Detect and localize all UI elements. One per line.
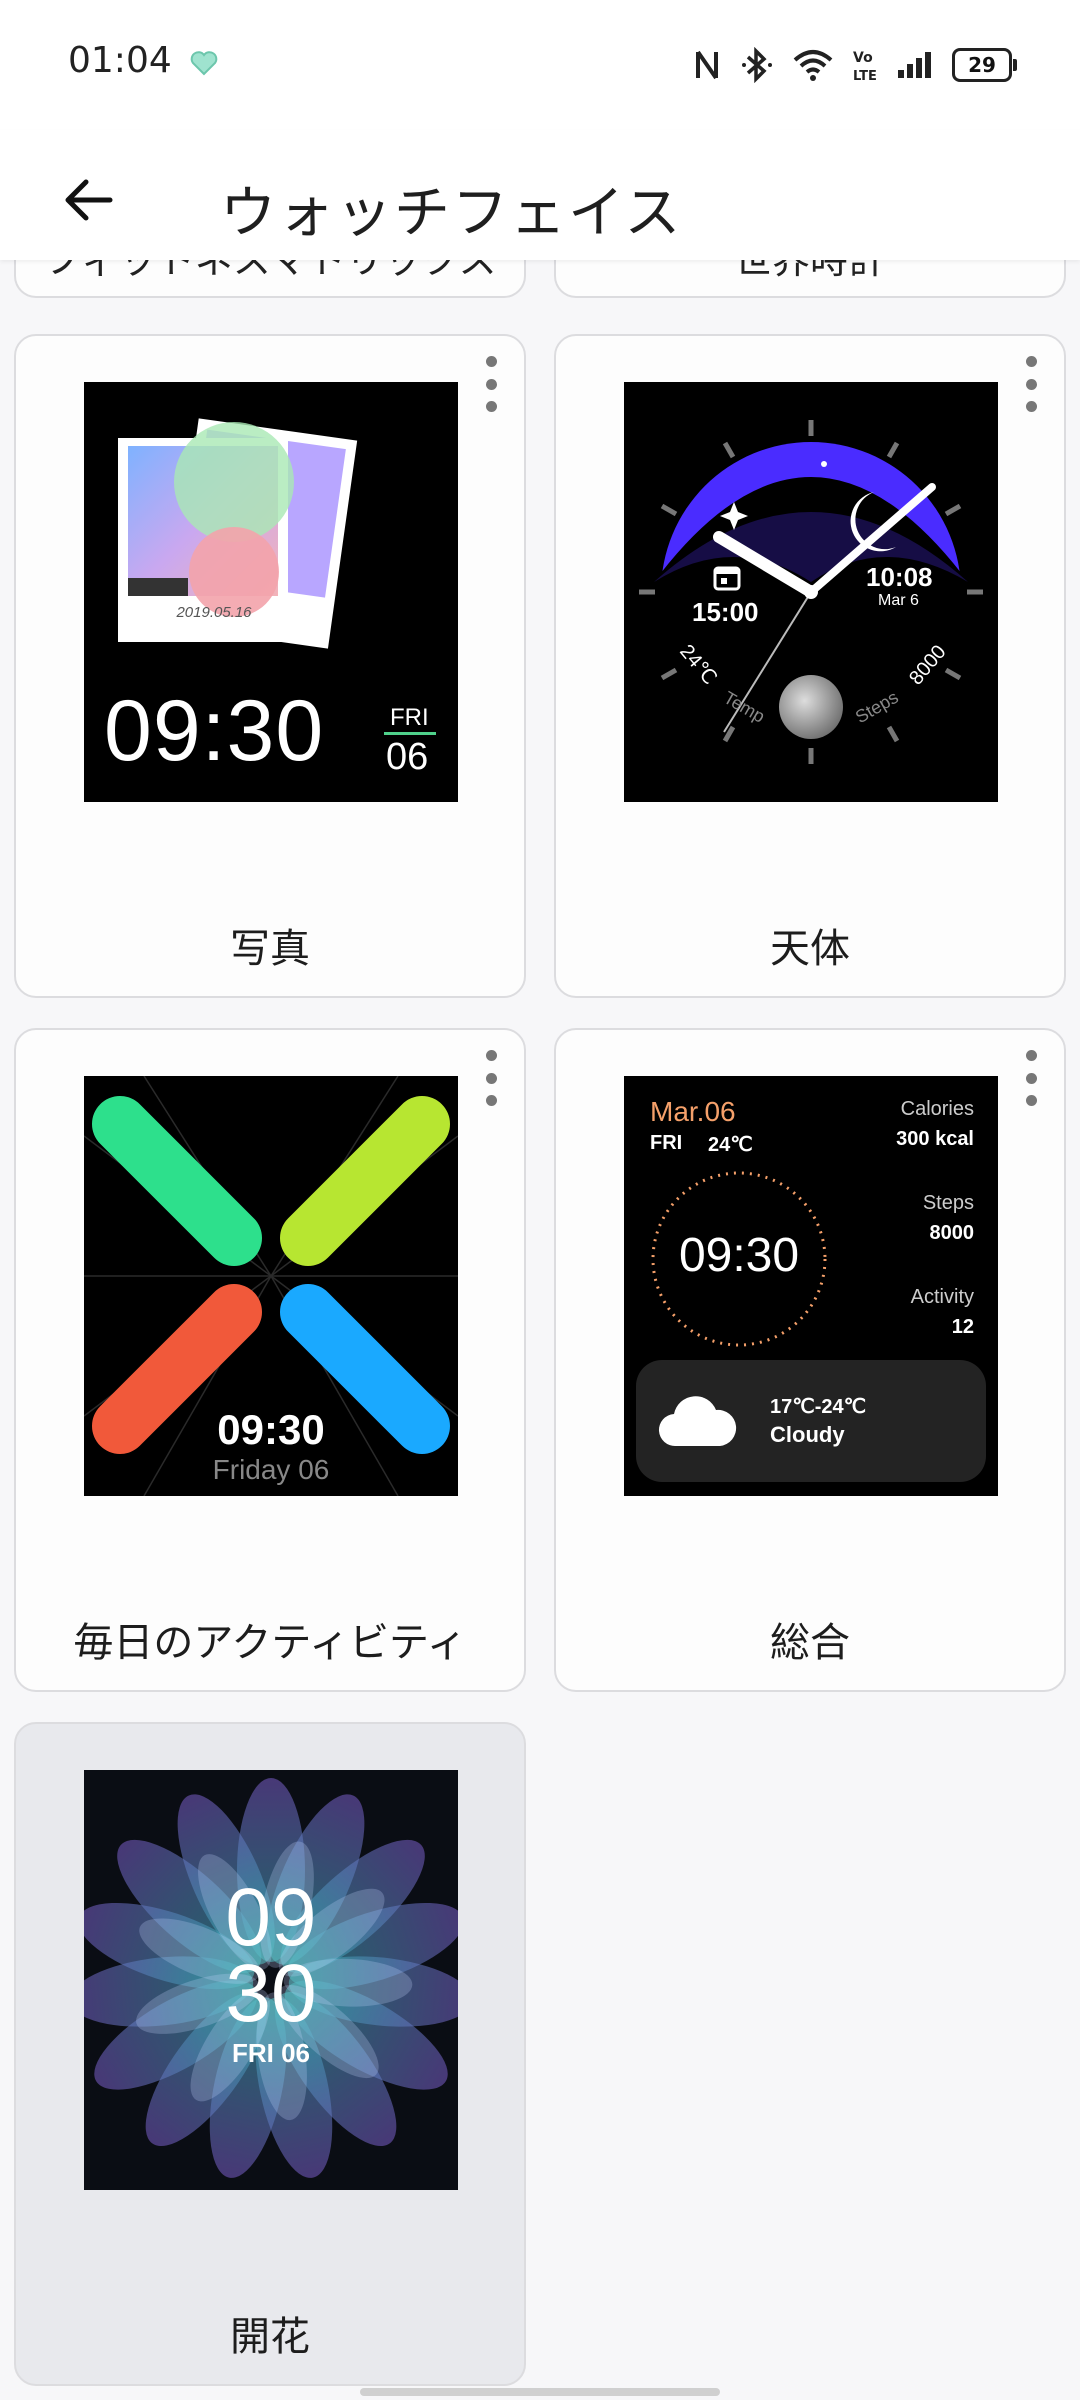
calories-label: Calories [900,1098,974,1120]
status-icons: Vo LTE 29 [692,40,1017,90]
photo-date: 2019.05.16 [176,604,252,621]
cloud-icon [658,1396,737,1447]
more-options-icon[interactable] [1016,356,1046,412]
face-time: 09:30 [104,683,325,779]
face-time: 09:30 [217,1406,325,1453]
face-time-right: 10:08 [866,562,933,592]
status-time: 01:04 [68,40,172,81]
svg-text:LTE: LTE [853,69,877,83]
watch-face-card-partial-right[interactable]: 世界時計 [554,260,1066,298]
watch-face-card-general[interactable]: Mar.06 FRI 24℃ 09:30 Calories 300 kcal S… [554,1028,1066,1692]
watch-face-label: 総合 [770,1620,850,1666]
heart-icon [190,51,218,76]
page-title: ウォッチフェイス [220,181,683,246]
watch-face-card-photo[interactable]: 2019.05.16 09:30 FRI 06 写真 [14,334,526,998]
battery-icon: 29 [952,48,1017,82]
divider [384,732,436,735]
watch-face-card-bloom[interactable]: 09 30 FRI 06 開花 [14,1722,526,2386]
calendar-icon [713,566,741,591]
watch-face-preview: 2019.05.16 09:30 FRI 06 [84,382,458,802]
volte-icon: Vo LTE [853,50,877,83]
face-time: 09:30 [678,1229,800,1282]
watch-face-label: 開花 [230,2314,310,2360]
more-options-icon[interactable] [1016,1050,1046,1106]
steps-value: 8000 [929,1222,975,1244]
face-date: Friday 06 [212,1454,330,1485]
calories-value: 300 kcal [896,1128,974,1150]
watch-face-card-activity[interactable]: 09:30 Friday 06 毎日のアクティビティ [14,1028,526,1692]
face-day: FRI [650,1132,683,1154]
weather-condition: Cloudy [770,1422,845,1447]
watch-face-label: 毎日のアクティビティ [73,1620,467,1666]
battery-level: 29 [968,53,996,77]
watch-face-preview: 09:30 Friday 06 [84,1076,458,1496]
watch-face-card-partial-left[interactable]: フィットネスマトリックス [14,260,526,298]
watch-face-preview: 15:00 10:08 Mar 6 24℃ Temp Steps 8000 [624,382,998,802]
svg-text:Vo: Vo [853,50,873,66]
face-date: Mar.06 [650,1096,736,1127]
face-temp: 24℃ [708,1134,753,1156]
wifi-icon [793,50,833,81]
activity-value: 12 [951,1316,974,1338]
watch-face-preview: Mar.06 FRI 24℃ 09:30 Calories 300 kcal S… [624,1076,998,1496]
celestial-dial [639,420,983,764]
watch-face-label: 写真 [230,926,310,972]
face-date: Mar 6 [878,592,919,609]
activity-label: Activity [910,1286,974,1308]
status-bar: 01:04 Vo LTE 29 [0,0,1080,130]
more-options-icon[interactable] [476,356,506,412]
bluetooth-icon [742,47,772,83]
watch-face-card-celestial[interactable]: 15:00 10:08 Mar 6 24℃ Temp Steps 8000 天体 [554,334,1066,998]
home-indicator[interactable] [360,2388,720,2396]
face-hour: 09 [225,1872,317,1963]
back-button[interactable] [48,160,128,240]
face-date: 06 [386,736,429,778]
watch-face-label: 天体 [770,926,850,972]
watch-face-preview: 09 30 FRI 06 [84,1770,458,2190]
face-date: FRI 06 [231,2038,311,2068]
weather-panel: 17℃-24℃ Cloudy [636,1360,986,1482]
more-options-icon[interactable] [476,1050,506,1106]
arrow-left-icon [65,179,113,221]
watch-face-grid: フィットネスマトリックス 世界時計 2019.05.16 09:30 FRI 0… [0,260,1080,2400]
signal-icon [898,52,931,78]
watch-face-label: フィットネスマトリックス [43,260,497,282]
face-minute: 30 [225,1948,317,2039]
face-day: FRI [390,704,429,731]
face-time-left: 15:00 [692,597,759,627]
weather-range: 17℃-24℃ [770,1396,867,1418]
app-bar: ウォッチフェイス [0,130,1080,260]
steps-label: Steps [922,1192,974,1214]
watch-face-label: 世界時計 [733,260,886,282]
nfc-icon [696,50,718,80]
